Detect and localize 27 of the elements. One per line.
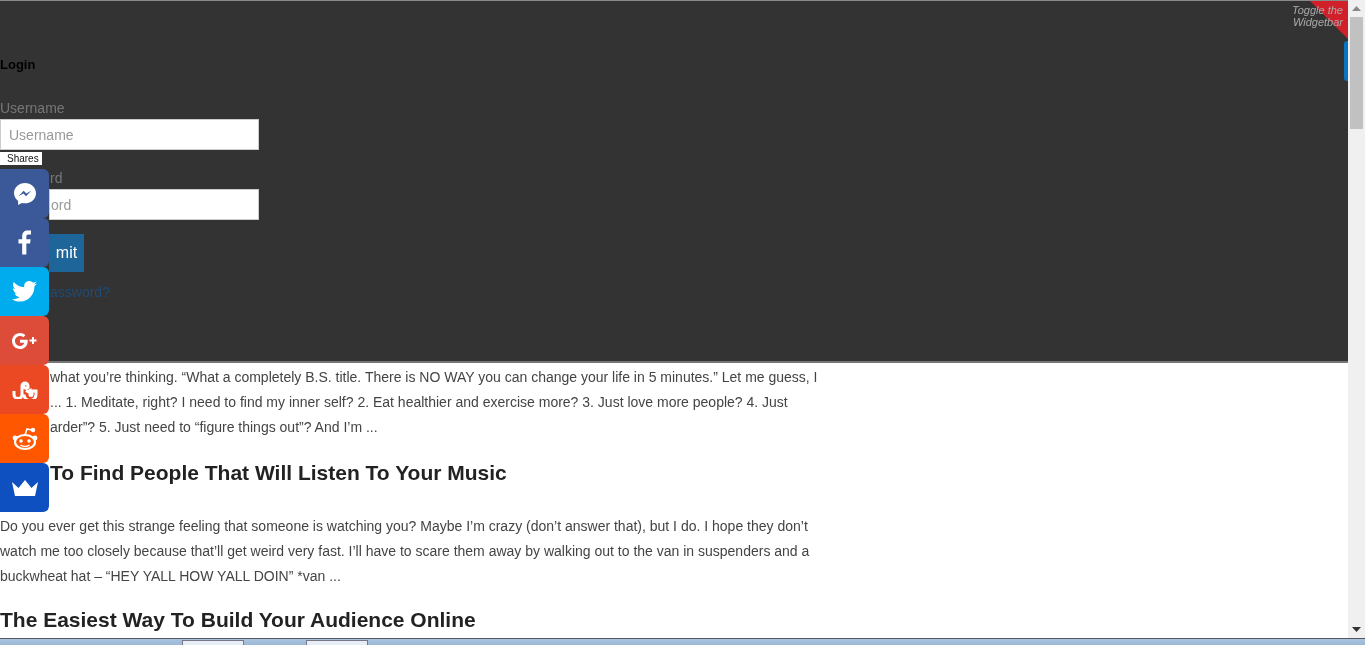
scroll-down-icon[interactable] — [1352, 627, 1361, 632]
bird-icon — [12, 281, 37, 302]
alien-face-icon — [11, 426, 38, 451]
crown-icon — [11, 479, 38, 496]
scroll-up-icon[interactable] — [1352, 6, 1361, 11]
post-excerpt: what you’re thinking. “What a completely B.S. title. There is NO WAY you can change your life in 5 minutes.” Let me guess, I ... 1. Meditate, right? I need to find my inner self? 2. Eat healthier and exercise more? 3. Just love more people? 4. Just arder”? 5. Just need to “figure things out”? And I’m ... — [50, 368, 818, 437]
messenger-share-button[interactable] — [0, 169, 49, 218]
shares-label: Shares — [0, 152, 42, 165]
post-excerpt: Do you ever get this strange feeling that someone is watching you? Maybe I’m crazy (don’t answer that), but I do. I hope they don’t watch me too closely because that’ll get weird very fast. I’ll have to scare them away by walking out to the van in suspenders and a buckwheat hat – “HEY YALL HOW YALL DOIN” *van ... — [0, 517, 810, 586]
post-title[interactable]: The Easiest Way To Build Your Audience Online — [0, 607, 476, 633]
crown-share-button[interactable] — [0, 463, 49, 512]
speech-bubble-icon — [11, 180, 38, 207]
google-plus-icon — [11, 332, 38, 349]
google-plus-share-button[interactable] — [0, 316, 49, 365]
submit-button[interactable]: mit — [49, 234, 84, 272]
password-label: rd — [50, 170, 63, 186]
scrollbar[interactable] — [1348, 0, 1365, 638]
facebook-icon — [18, 230, 31, 255]
scroll-thumb[interactable] — [1350, 17, 1363, 129]
username-label: Username — [0, 100, 65, 116]
stumbleupon-share-button[interactable] — [0, 365, 49, 414]
post-title[interactable]: To Find People That Will Listen To Your Music — [50, 460, 507, 486]
reddit-share-button[interactable] — [0, 414, 49, 463]
stumbleupon-icon — [11, 380, 38, 399]
facebook-share-button[interactable] — [0, 218, 49, 267]
password-field[interactable]: ord — [49, 189, 259, 220]
username-field[interactable]: Username — [0, 119, 259, 150]
